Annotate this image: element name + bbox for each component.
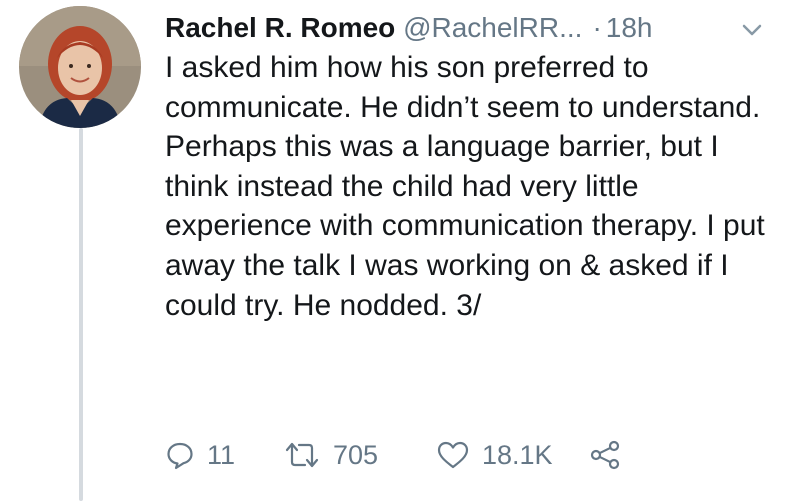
- action-bar: 11 705 18.1K: [165, 435, 622, 475]
- chevron-down-icon[interactable]: [740, 20, 764, 40]
- author-handle[interactable]: @RachelRR...: [403, 12, 582, 43]
- reply-button[interactable]: 11: [165, 440, 283, 471]
- author-name[interactable]: Rachel R. Romeo: [165, 12, 395, 43]
- tweet-header: Rachel R. Romeo @RachelRR... · 18h: [165, 8, 780, 48]
- heart-icon: [437, 441, 469, 469]
- retweet-button[interactable]: 705: [283, 440, 436, 471]
- timestamp[interactable]: 18h: [606, 12, 653, 43]
- share-icon: [590, 440, 620, 470]
- like-button[interactable]: 18.1K: [436, 440, 588, 471]
- reply-count: 11: [207, 439, 236, 470]
- thread-connector-line: [79, 128, 83, 501]
- dot-separator: ·: [592, 12, 602, 43]
- retweet-count: 705: [333, 439, 379, 470]
- avatar[interactable]: [19, 6, 141, 128]
- reply-icon: [167, 442, 193, 470]
- like-count: 18.1K: [482, 439, 553, 470]
- share-button[interactable]: [588, 440, 622, 470]
- avatar-photo: [19, 6, 141, 128]
- tweet-text: I asked him how his son preferred to com…: [165, 51, 765, 322]
- retweet-icon: [285, 442, 319, 468]
